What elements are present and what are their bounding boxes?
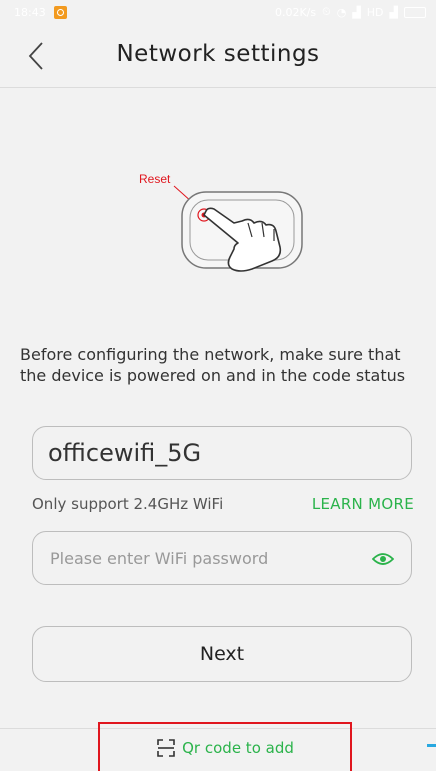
qr-code-add-label: Qr code to add <box>182 738 294 757</box>
page-title: Network settings <box>116 41 320 67</box>
eye-icon <box>372 553 394 565</box>
learn-more-link[interactable]: LEARN MORE <box>312 495 414 513</box>
alarm-icon: ⏲ <box>322 5 331 18</box>
wifi-signal-icon: ◔ <box>336 5 347 19</box>
cell-signal-icon: ▟ <box>352 5 361 19</box>
wifi-ssid-value: officewifi_5G <box>48 439 202 467</box>
cell-signal-2-icon: ▟ <box>389 5 398 19</box>
qr-scan-icon <box>157 738 175 757</box>
qr-code-add-button[interactable]: Qr code to add <box>98 722 352 771</box>
wifi-password-input[interactable] <box>48 547 352 569</box>
reset-label: Reset <box>139 172 171 186</box>
status-time: 18:43 <box>14 5 46 19</box>
wifi-password-field[interactable] <box>32 531 412 585</box>
header: Network settings <box>0 24 436 88</box>
notification-app-icon <box>53 5 67 19</box>
status-bar-right: 0.02K/s ⏲ ◔ ▟ HD ▟ <box>275 5 426 19</box>
next-button[interactable]: Next <box>32 626 412 682</box>
instruction-text: Before configuring the network, make sur… <box>20 345 406 385</box>
show-password-button[interactable] <box>371 547 395 571</box>
status-bar: 18:43 0.02K/s ⏲ ◔ ▟ HD ▟ <box>0 0 436 24</box>
next-button-label: Next <box>199 643 245 665</box>
wifi-support-note: Only support 2.4GHz WiFi <box>32 495 224 513</box>
edge-indicator <box>427 744 436 747</box>
battery-icon <box>404 6 426 18</box>
network-type: HD <box>366 5 384 19</box>
device-reset-illustration: Reset <box>139 172 303 272</box>
status-bar-left: 18:43 <box>14 5 67 19</box>
net-speed: 0.02K/s <box>274 5 317 19</box>
wifi-ssid-field[interactable]: officewifi_5G <box>32 426 412 480</box>
